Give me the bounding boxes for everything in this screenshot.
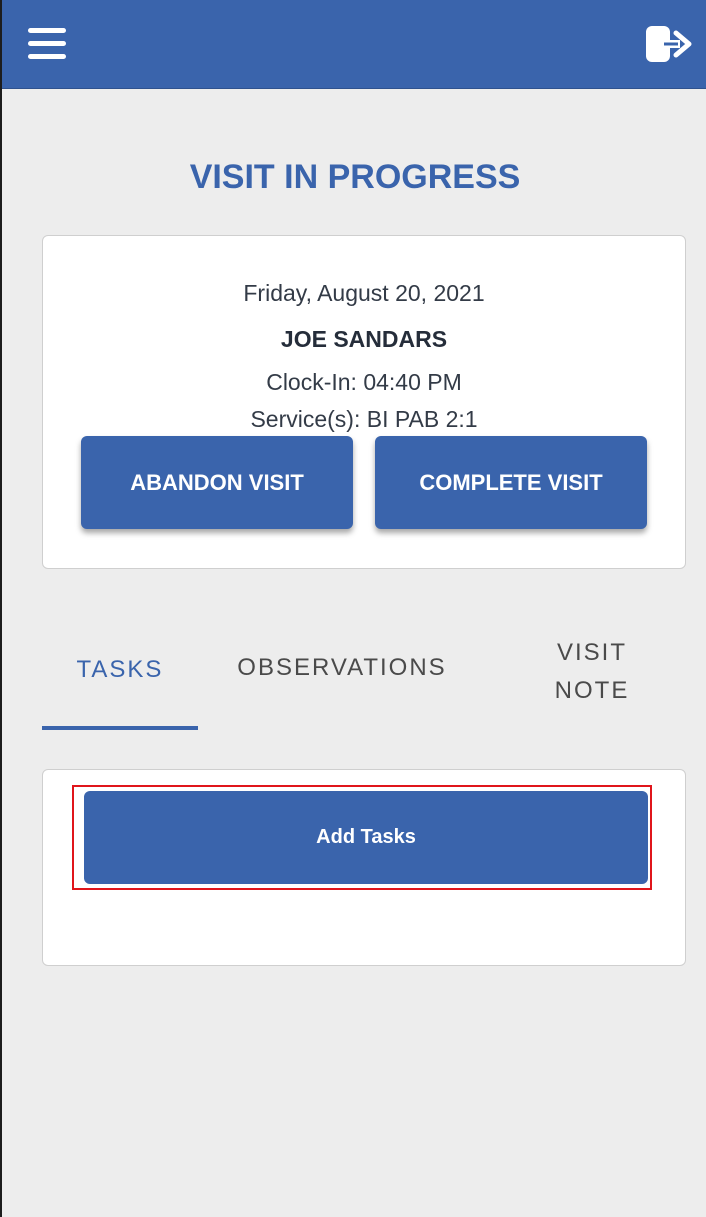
tab-visit-note[interactable]: VISIT NOTE [532, 634, 652, 710]
client-name: JOE SANDARS [280, 326, 448, 352]
visit-date: Friday, August 20, 2021 [243, 280, 485, 306]
active-tab-indicator [42, 726, 198, 730]
hamburger-menu-icon[interactable] [28, 28, 68, 60]
add-tasks-highlight-box: Add Tasks [72, 785, 652, 890]
complete-visit-button[interactable]: COMPLETE VISIT [375, 436, 647, 529]
visit-summary-card: Friday, August 20, 2021 JOE SANDARS Cloc… [42, 235, 686, 569]
services-label: Service(s): BI PAB 2:1 [250, 406, 478, 432]
tab-observations[interactable]: OBSERVATIONS [222, 654, 462, 682]
clock-in-time: Clock-In: 04:40 PM [266, 369, 462, 395]
top-app-bar [2, 0, 706, 89]
logout-icon[interactable] [644, 24, 692, 64]
page-title: VISIT IN PROGRESS [189, 158, 521, 196]
app-screen: VISIT IN PROGRESS Friday, August 20, 202… [0, 0, 706, 1217]
tasks-panel: Add Tasks [42, 769, 686, 966]
tab-tasks[interactable]: TASKS [42, 656, 198, 684]
abandon-visit-button[interactable]: ABANDON VISIT [81, 436, 353, 529]
add-tasks-button[interactable]: Add Tasks [84, 791, 648, 884]
